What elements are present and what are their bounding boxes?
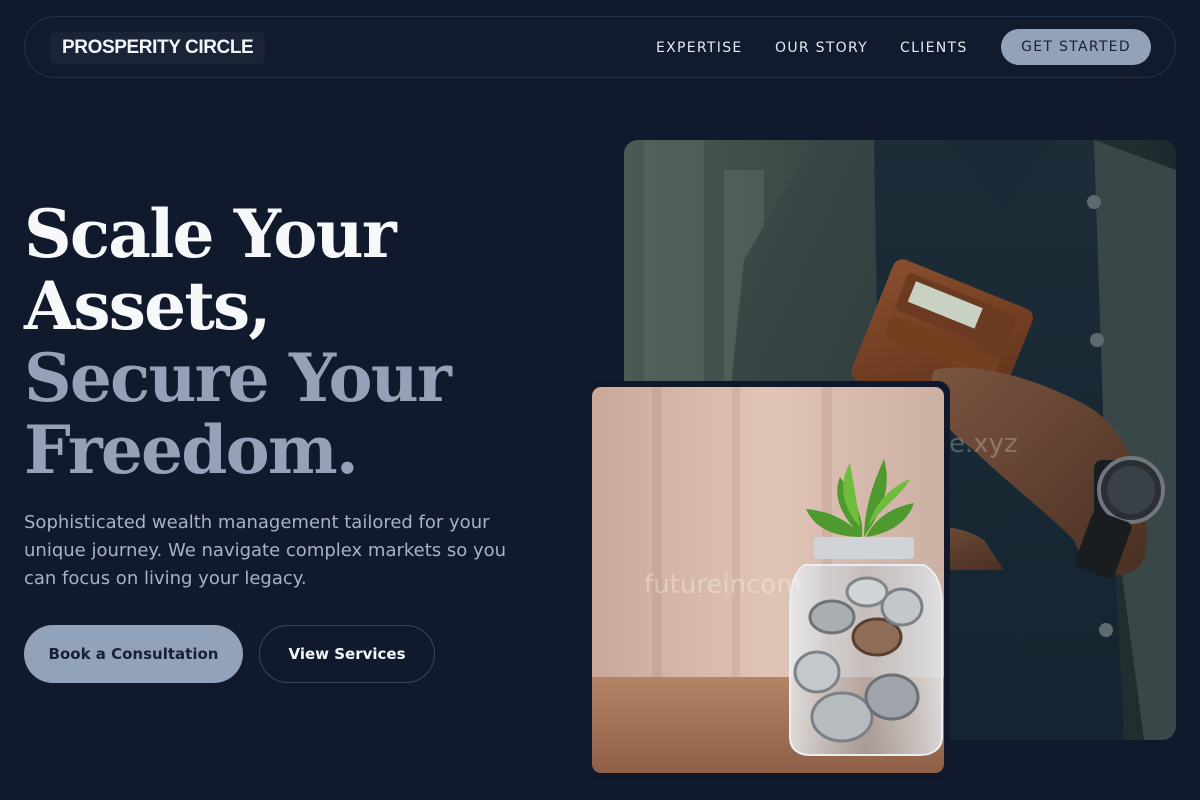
headline-line-1: Scale Your (24, 195, 397, 273)
nav-link-clients[interactable]: CLIENTS (900, 17, 968, 79)
brand-logo[interactable]: PROSPERITY CIRCLE (50, 32, 266, 64)
top-navbar: PROSPERITY CIRCLE EXPERTISE OUR STORY CL… (24, 16, 1176, 78)
main-photo-watermark: e.xyz (949, 429, 1018, 459)
inset-photo-coin-jar: futureincom (592, 387, 944, 773)
book-consultation-button[interactable]: Book a Consultation (24, 625, 243, 683)
headline-line-4: Freedom. (24, 411, 359, 489)
headline-line-2: Assets, (24, 267, 271, 345)
headline-line-3: Secure Your (24, 339, 452, 417)
inset-photo-watermark: futureincom (644, 570, 802, 600)
coin-jar-illustration: futureincom (592, 387, 944, 773)
hero-subtext: Sophisticated wealth management tailored… (24, 512, 507, 589)
landing-page: PROSPERITY CIRCLE EXPERTISE OUR STORY CL… (0, 0, 1200, 800)
view-services-button[interactable]: View Services (259, 625, 435, 683)
inset-photo-frame: futureincom (586, 381, 950, 779)
get-started-button[interactable]: GET STARTED (1001, 29, 1151, 65)
hero-headline: Scale Your Assets, Secure Your Freedom. (24, 198, 584, 486)
nav-link-our-story[interactable]: OUR STORY (775, 17, 868, 79)
nav-link-expertise[interactable]: EXPERTISE (656, 17, 743, 79)
